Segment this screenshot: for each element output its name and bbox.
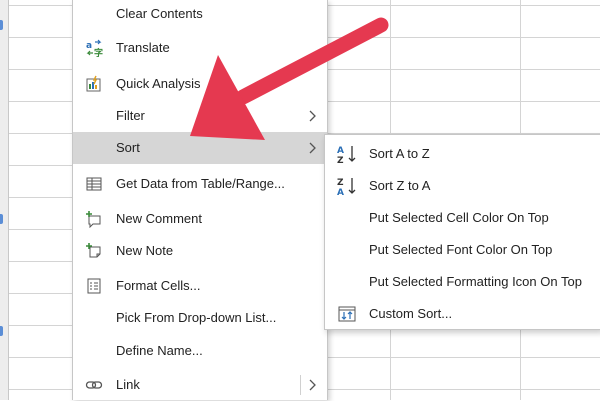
menu-item-quick-analysis[interactable]: Quick Analysis [73, 68, 327, 100]
row-marker [0, 326, 3, 336]
menu-item-label: Pick From Drop-down List... [116, 310, 277, 325]
submenu-item-label: Custom Sort... [369, 306, 453, 321]
submenu-item-formatting-icon-top[interactable]: Put Selected Formatting Icon On Top [325, 265, 600, 297]
translate-icon: a 字 [85, 39, 103, 57]
chevron-right-icon [307, 109, 317, 123]
menu-item-define-name[interactable]: Define Name... [73, 335, 327, 367]
svg-text:Z: Z [337, 178, 344, 188]
menu-item-filter[interactable]: Filter [73, 100, 327, 132]
submenu-item-font-color-top[interactable]: Put Selected Font Color On Top [325, 233, 600, 265]
submenu-item-label: Put Selected Formatting Icon On Top [369, 274, 582, 289]
submenu-item-label: Put Selected Cell Color On Top [369, 210, 549, 225]
sort-z-to-a-icon: Z A [337, 176, 359, 198]
svg-text:A: A [337, 146, 344, 156]
svg-text:Z: Z [337, 156, 344, 164]
new-comment-icon [85, 210, 103, 228]
menu-item-label: Format Cells... [116, 278, 201, 293]
submenu-item-custom-sort[interactable]: Custom Sort... [325, 297, 600, 329]
table-icon [85, 175, 103, 193]
split-divider [300, 375, 301, 395]
submenu-item-label: Put Selected Font Color On Top [369, 242, 553, 257]
svg-text:A: A [337, 188, 344, 196]
menu-item-label: Define Name... [116, 343, 203, 358]
new-note-icon [85, 242, 103, 260]
submenu-item-sort-z-to-a[interactable]: Z A Sort Z to A [325, 169, 600, 201]
menu-item-label: Get Data from Table/Range... [116, 176, 285, 191]
row-marker [0, 214, 3, 224]
menu-item-label: New Comment [116, 211, 202, 226]
menu-item-new-comment[interactable]: New Comment [73, 203, 327, 235]
menu-item-label: Quick Analysis [116, 76, 201, 91]
menu-item-get-data[interactable]: Get Data from Table/Range... [73, 168, 327, 200]
format-cells-icon [85, 277, 103, 295]
menu-item-translate[interactable]: a 字 Translate [73, 32, 327, 64]
submenu-item-cell-color-top[interactable]: Put Selected Cell Color On Top [325, 201, 600, 233]
submenu-item-label: Sort Z to A [369, 178, 431, 193]
menu-item-format-cells[interactable]: Format Cells... [73, 270, 327, 302]
svg-text:字: 字 [94, 47, 103, 57]
row-headers [0, 0, 9, 400]
menu-item-label: Clear Contents [116, 6, 203, 21]
menu-item-clear-contents[interactable]: Clear Contents [73, 0, 327, 30]
sort-a-to-z-icon: A Z [337, 144, 359, 166]
menu-item-label: New Note [116, 243, 174, 258]
chevron-right-icon[interactable] [307, 378, 317, 392]
menu-item-pick-from-list[interactable]: Pick From Drop-down List... [73, 302, 327, 334]
link-icon [85, 376, 103, 394]
context-menu: Clear Contents a 字 Translate Quick Analy… [72, 0, 328, 400]
custom-sort-icon [337, 304, 359, 324]
menu-item-new-note[interactable]: New Note [73, 235, 327, 267]
sort-submenu: A Z Sort A to Z Z A Sort Z to A Put Sele… [324, 134, 600, 330]
quick-analysis-icon [85, 75, 103, 93]
menu-item-label: Sort [116, 140, 140, 155]
menu-item-sort[interactable]: Sort [73, 132, 327, 164]
menu-item-label: Filter [116, 108, 145, 123]
submenu-item-sort-a-to-z[interactable]: A Z Sort A to Z [325, 137, 600, 169]
svg-text:a: a [86, 41, 92, 51]
menu-item-label: Translate [116, 40, 170, 55]
chevron-right-icon [307, 141, 317, 155]
submenu-item-label: Sort A to Z [369, 146, 430, 161]
menu-item-label: Link [116, 377, 140, 392]
row-marker [0, 20, 3, 30]
menu-item-link[interactable]: Link [73, 369, 327, 401]
